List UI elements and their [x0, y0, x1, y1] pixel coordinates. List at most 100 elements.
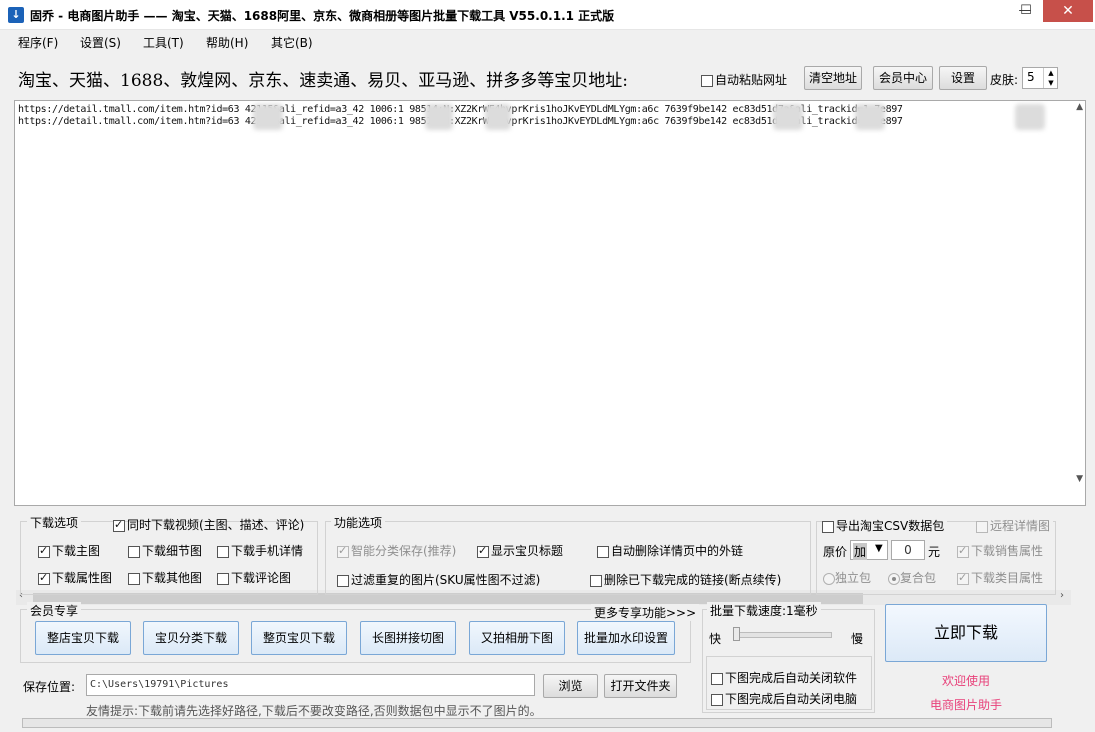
- price-op-value: 加: [853, 543, 868, 560]
- sales-attr-checkbox[interactable]: [957, 544, 969, 558]
- sales-attr-option[interactable]: 下载销售属性: [957, 542, 1043, 559]
- other-image-checkbox[interactable]: [128, 572, 140, 585]
- menu-other[interactable]: 其它(B): [271, 34, 313, 51]
- show-title-checkbox[interactable]: [477, 544, 489, 558]
- batch-watermark-button[interactable]: 批量加水印设置: [577, 621, 675, 655]
- whole-shop-download-button[interactable]: 整店宝贝下载: [35, 621, 131, 655]
- scroll-right-icon[interactable]: ›: [1060, 590, 1064, 601]
- combo-pack-option[interactable]: 复合包: [888, 569, 936, 586]
- speed-slow-label: 慢: [851, 632, 864, 646]
- welcome-text: 欢迎使用: [941, 674, 990, 688]
- spin-up-icon[interactable]: ▲: [1043, 68, 1058, 78]
- filter-duplicates-option[interactable]: 过滤重复的图片(SKU属性图不过滤): [337, 571, 540, 588]
- category-download-button[interactable]: 宝贝分类下载: [143, 621, 239, 655]
- auto-delete-links-checkbox[interactable]: [597, 545, 609, 558]
- detail-image-label: 下载细节图: [142, 544, 203, 558]
- function-options-title: 功能选项: [331, 514, 386, 531]
- menu-help[interactable]: 帮助(H): [206, 34, 248, 51]
- other-image-label: 下载其他图: [142, 571, 203, 585]
- price-value-input[interactable]: 0: [891, 540, 925, 560]
- skin-value: 5: [1027, 70, 1035, 84]
- clear-urls-button[interactable]: 清空地址: [804, 66, 862, 90]
- spin-down-icon[interactable]: ▼: [1043, 78, 1058, 88]
- long-image-stitch-button[interactable]: 长图拼接切图: [360, 621, 456, 655]
- remote-detail-option[interactable]: 远程详情图: [976, 517, 1054, 534]
- filter-duplicates-checkbox[interactable]: [337, 574, 349, 587]
- delete-finished-option[interactable]: 删除已下载完成的链接(断点续传): [590, 571, 781, 588]
- redaction-blur: [425, 104, 453, 130]
- close-app-option[interactable]: 下图完成后自动关闭软件: [711, 669, 857, 686]
- menu-bar: 程序(F) 设置(S) 工具(T) 帮助(H) 其它(B): [0, 30, 1095, 52]
- single-pack-radio[interactable]: [823, 572, 835, 585]
- scroll-down-icon[interactable]: ▼: [1076, 474, 1083, 484]
- attr-image-checkbox[interactable]: [38, 571, 50, 585]
- auto-delete-links-option[interactable]: 自动删除详情页中的外链: [597, 542, 743, 559]
- main-image-option[interactable]: 下载主图: [38, 542, 100, 559]
- close-app-checkbox[interactable]: [711, 672, 723, 685]
- auto-paste-label: 自动粘贴网址: [715, 73, 788, 87]
- save-location-label: 保存位置:: [23, 680, 76, 694]
- single-pack-option[interactable]: 独立包: [823, 569, 871, 586]
- attr-image-option[interactable]: 下载属性图: [38, 569, 112, 586]
- url-textarea[interactable]: https://detail.tmall.com/item.htm?id=63 …: [14, 100, 1086, 605]
- category-attr-checkbox[interactable]: [957, 571, 969, 585]
- open-folder-button[interactable]: 打开文件夹: [604, 674, 677, 698]
- member-center-button[interactable]: 会员中心: [873, 66, 933, 90]
- menu-program[interactable]: 程序(F): [18, 34, 58, 51]
- other-image-option[interactable]: 下载其他图: [128, 569, 202, 586]
- whole-page-download-button[interactable]: 整页宝贝下载: [251, 621, 347, 655]
- smart-category-checkbox[interactable]: [337, 544, 349, 558]
- member-title: 会员专享: [27, 602, 82, 619]
- path-tip: 友情提示:下载前请先选择好路径,下载后不要改变路径,否则数据包中显示不了图片的。: [86, 704, 542, 718]
- speed-fast-label: 快: [709, 632, 722, 646]
- auto-paste-option[interactable]: 自动粘贴网址: [701, 71, 787, 88]
- download-video-option[interactable]: 同时下载视频(主图、描述、评论): [113, 516, 304, 533]
- review-image-option[interactable]: 下载评论图: [217, 569, 291, 586]
- speed-slider-thumb[interactable]: [733, 627, 740, 641]
- review-image-checkbox[interactable]: [217, 572, 229, 585]
- shutdown-checkbox[interactable]: [711, 693, 723, 706]
- mobile-detail-checkbox[interactable]: [217, 545, 229, 558]
- sales-attr-label: 下载销售属性: [971, 544, 1044, 558]
- smart-category-option[interactable]: 智能分类保存(推荐): [337, 542, 456, 559]
- detail-image-checkbox[interactable]: [128, 545, 140, 558]
- detail-image-option[interactable]: 下载细节图: [128, 542, 202, 559]
- download-video-label: 同时下载视频(主图、描述、评论): [127, 518, 305, 532]
- price-op-select[interactable]: 加 ▼: [850, 540, 888, 560]
- scroll-up-icon[interactable]: ▲: [1076, 102, 1083, 112]
- main-image-label: 下载主图: [52, 544, 101, 558]
- url-line: https://detail.tmall.com/item.htm?id=63 …: [18, 116, 903, 127]
- download-video-checkbox[interactable]: [113, 518, 125, 532]
- save-path-input[interactable]: C:\Users\19791\Pictures: [86, 674, 535, 696]
- remote-detail-checkbox[interactable]: [976, 520, 988, 533]
- show-title-option[interactable]: 显示宝贝标题: [477, 542, 563, 559]
- combo-pack-radio[interactable]: [888, 572, 900, 585]
- settings-button[interactable]: 设置: [939, 66, 987, 90]
- redaction-blur: [253, 104, 283, 130]
- more-features-link[interactable]: 更多专享功能>>>: [591, 604, 700, 621]
- speed-slider-track[interactable]: [734, 632, 832, 638]
- window-title: 固乔 - 电商图片助手 —— 淘宝、天猫、1688阿里、京东、微商相册等图片批量…: [30, 9, 615, 23]
- browse-button[interactable]: 浏览: [543, 674, 598, 698]
- upai-album-download-button[interactable]: 又拍相册下图: [469, 621, 565, 655]
- url-line: https://detail.tmall.com/item.htm?id=63 …: [18, 104, 903, 115]
- delete-finished-checkbox[interactable]: [590, 574, 602, 587]
- category-attr-option[interactable]: 下载类目属性: [957, 569, 1043, 586]
- start-download-button[interactable]: 立即下载: [885, 604, 1047, 662]
- auto-paste-checkbox[interactable]: [701, 74, 713, 87]
- main-image-checkbox[interactable]: [38, 544, 50, 558]
- close-button[interactable]: ✕: [1043, 0, 1093, 22]
- skin-spinner[interactable]: 5 ▲ ▼: [1022, 67, 1058, 89]
- download-options-title: 下载选项: [27, 514, 82, 531]
- maximize-icon: ☐: [1020, 3, 1032, 18]
- export-csv-checkbox[interactable]: [822, 520, 834, 533]
- menu-tools[interactable]: 工具(T): [143, 34, 184, 51]
- download-progress-bar: [22, 718, 1052, 728]
- remote-detail-label: 远程详情图: [990, 519, 1051, 533]
- review-image-label: 下载评论图: [231, 571, 292, 585]
- mobile-detail-option[interactable]: 下载手机详情: [217, 542, 303, 559]
- shutdown-option[interactable]: 下图完成后自动关闭电脑: [711, 690, 857, 707]
- export-csv-option[interactable]: 导出淘宝CSV数据包: [822, 517, 948, 534]
- menu-settings[interactable]: 设置(S): [80, 34, 121, 51]
- single-pack-label: 独立包: [835, 571, 872, 585]
